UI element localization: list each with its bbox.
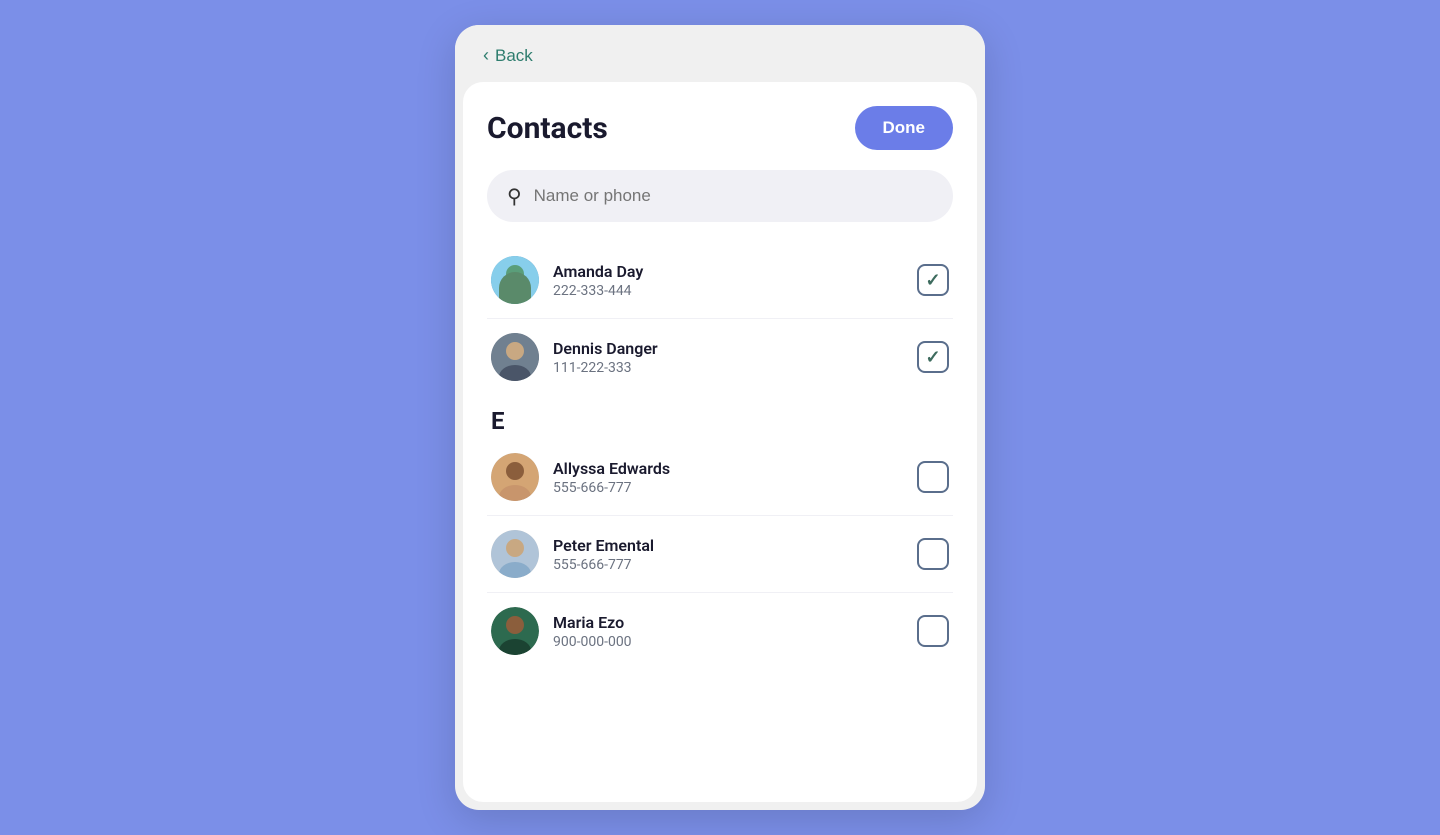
contact-checkbox[interactable]: ✓ xyxy=(917,341,949,373)
contact-info: Maria Ezo 900-000-000 xyxy=(553,613,903,650)
contact-name: Allyssa Edwards xyxy=(553,459,903,478)
search-icon: ⚲ xyxy=(507,184,522,208)
avatar xyxy=(491,530,539,578)
divider xyxy=(487,515,953,516)
contact-checkbox[interactable] xyxy=(917,538,949,570)
search-bar[interactable]: ⚲ xyxy=(487,170,953,222)
contact-info: Allyssa Edwards 555-666-777 xyxy=(553,459,903,496)
contact-name: Maria Ezo xyxy=(553,613,903,632)
contact-phone: 111-222-333 xyxy=(553,360,903,376)
list-item: Maria Ezo 900-000-000 xyxy=(487,597,953,665)
contacts-title: Contacts xyxy=(487,111,608,146)
divider xyxy=(487,592,953,593)
contacts-header: Contacts Done xyxy=(487,106,953,150)
contact-phone: 222-333-444 xyxy=(553,283,903,299)
avatar xyxy=(491,333,539,381)
section-label-e: E xyxy=(491,407,953,435)
contact-checkbox[interactable]: ✓ xyxy=(917,264,949,296)
contact-info: Amanda Day 222-333-444 xyxy=(553,262,903,299)
back-chevron-icon: ‹ xyxy=(483,45,489,66)
checkmark-icon: ✓ xyxy=(925,270,940,291)
avatar xyxy=(491,607,539,655)
contact-phone: 555-666-777 xyxy=(553,557,903,573)
checkmark-icon: ✓ xyxy=(925,347,940,368)
contacts-card: ‹ Back Contacts Done ⚲ Amanda Da xyxy=(455,25,985,810)
done-button[interactable]: Done xyxy=(855,106,954,150)
back-label: Back xyxy=(495,46,533,66)
back-button[interactable]: ‹ Back xyxy=(483,45,533,66)
list-item: Allyssa Edwards 555-666-777 xyxy=(487,443,953,511)
contact-name: Dennis Danger xyxy=(553,339,903,358)
contact-name: Amanda Day xyxy=(553,262,903,281)
list-item: Amanda Day 222-333-444 ✓ xyxy=(487,246,953,314)
contact-info: Peter Emental 555-666-777 xyxy=(553,536,903,573)
divider xyxy=(487,318,953,319)
list-item: Dennis Danger 111-222-333 ✓ xyxy=(487,323,953,391)
avatar xyxy=(491,453,539,501)
avatar xyxy=(491,256,539,304)
contact-phone: 555-666-777 xyxy=(553,480,903,496)
card-header: ‹ Back xyxy=(455,25,985,82)
contact-checkbox[interactable] xyxy=(917,615,949,647)
contact-phone: 900-000-000 xyxy=(553,634,903,650)
search-input[interactable] xyxy=(534,186,933,206)
list-item: Peter Emental 555-666-777 xyxy=(487,520,953,588)
main-content: Contacts Done ⚲ Amanda Day 222-333-444 xyxy=(463,82,977,802)
contact-checkbox[interactable] xyxy=(917,461,949,493)
contact-info: Dennis Danger 111-222-333 xyxy=(553,339,903,376)
contact-name: Peter Emental xyxy=(553,536,903,555)
